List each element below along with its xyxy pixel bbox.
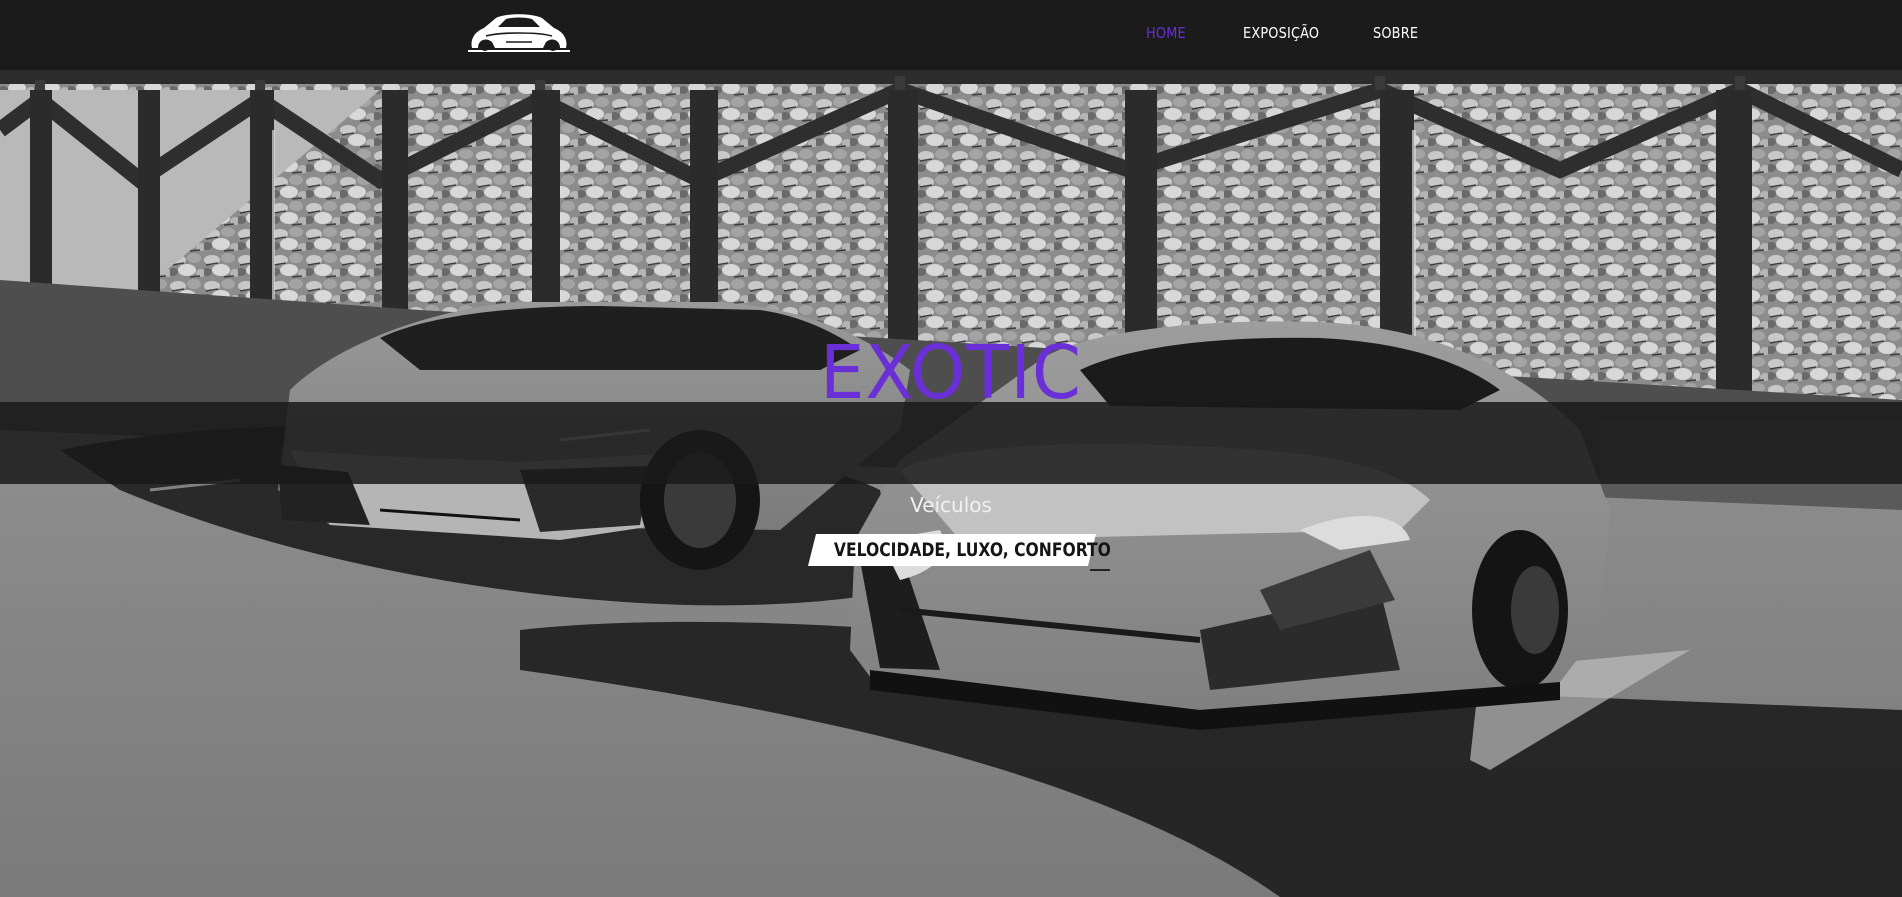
nav-sobre-link[interactable]: SOBRE bbox=[1373, 24, 1418, 42]
nav-home-link[interactable]: HOME bbox=[1146, 24, 1186, 42]
sports-car-icon[interactable] bbox=[466, 10, 572, 54]
hero-section bbox=[0, 70, 1902, 897]
nav-exposicao-link[interactable]: EXPOSIÇÃO bbox=[1243, 24, 1319, 42]
hero-title: EXOTIC bbox=[820, 330, 1082, 416]
page: HOME EXPOSIÇÃO SOBRE EXOTIC Veículos VEL… bbox=[0, 0, 1902, 897]
hero-subtitle: Veículos bbox=[910, 493, 992, 517]
navbar: HOME EXPOSIÇÃO SOBRE bbox=[0, 0, 1902, 70]
tagline-badge: VELOCIDADE, LUXO, CONFORTO bbox=[808, 534, 1111, 566]
tagline-text: VELOCIDADE, LUXO, CONFORTO bbox=[833, 539, 1111, 561]
